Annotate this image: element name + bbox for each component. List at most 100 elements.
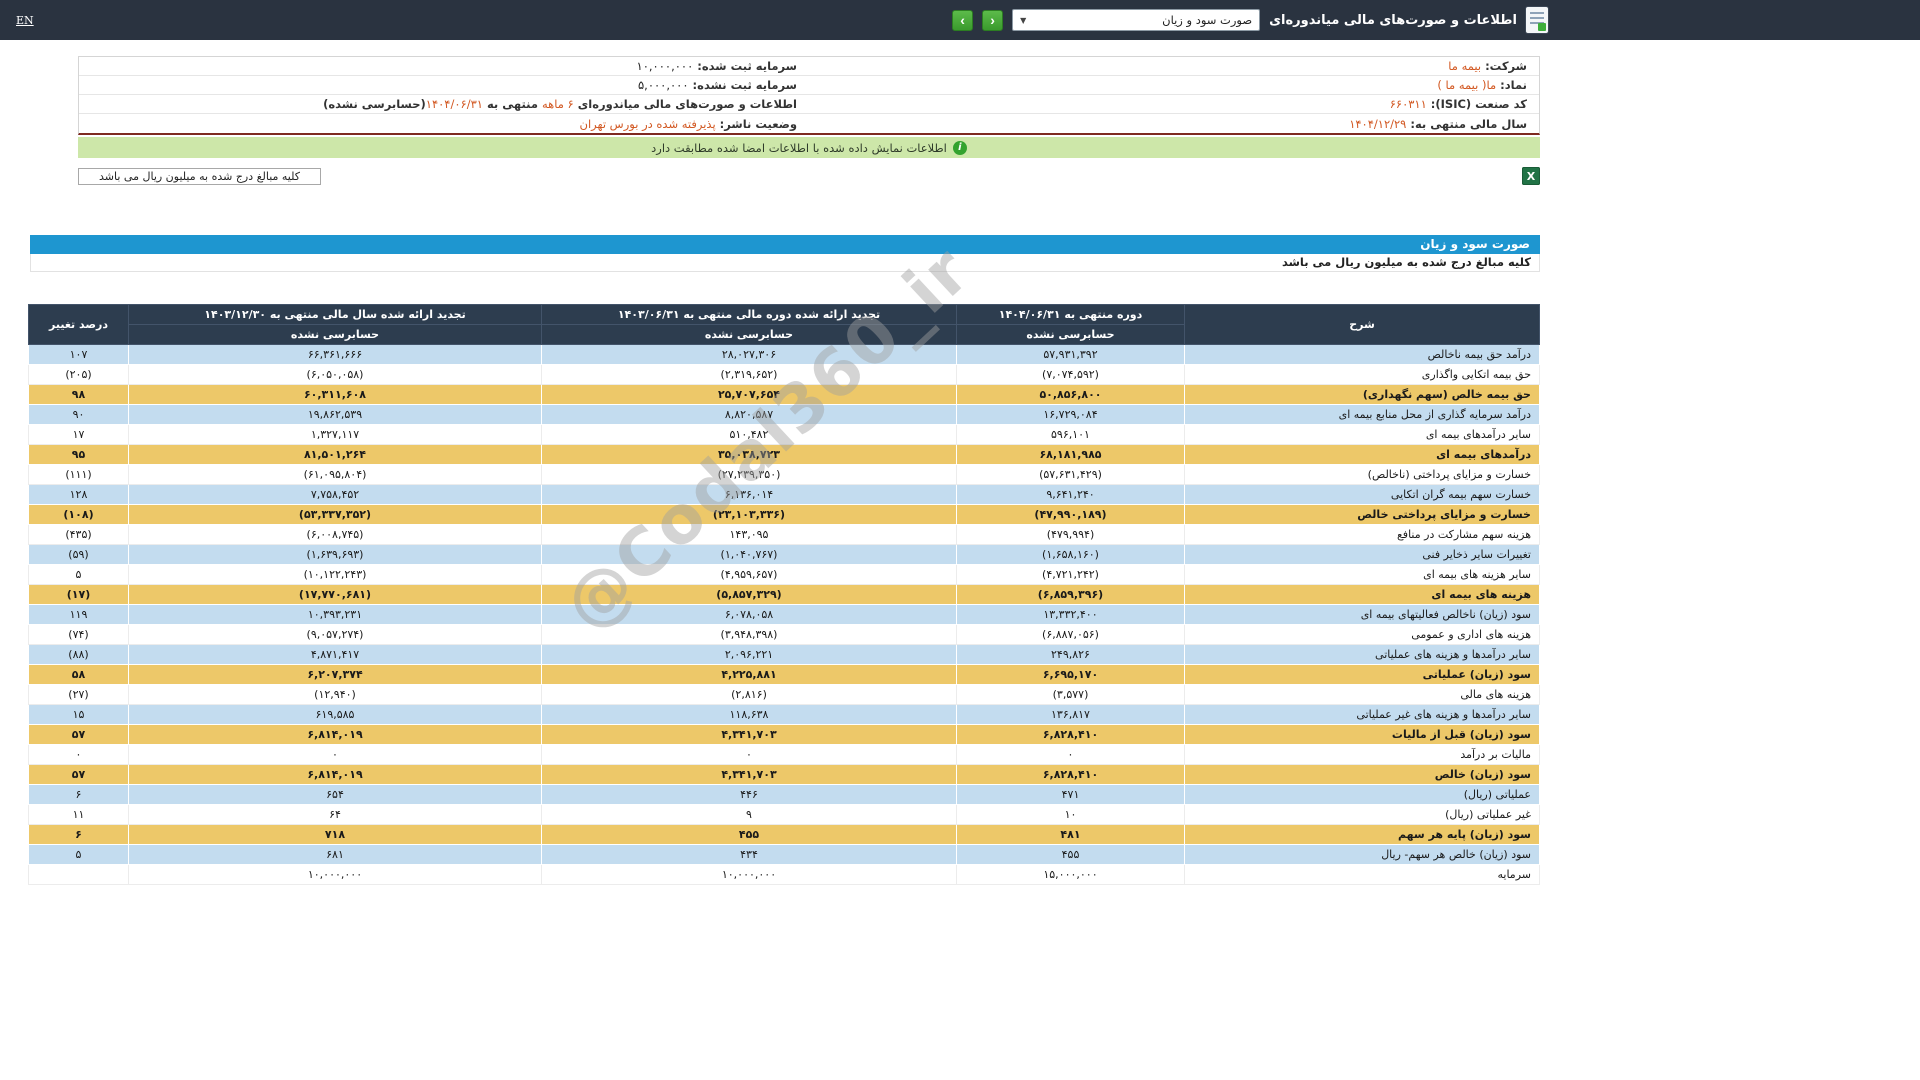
info-text: (حسابرسی نشده): [323, 97, 426, 111]
signature-match-text: اطلاعات نمایش داده شده با اطلاعات امضا ش…: [651, 140, 947, 155]
row-value: ۴,۳۴۱,۷۰۳: [541, 724, 957, 745]
info-text: منتهی به: [482, 97, 542, 111]
row-value: ۵۱۰,۴۸۲: [541, 424, 957, 445]
company-info-table: شرکت: بیمه ما سرمایه ثبت شده: ۱۰,۰۰۰,۰۰۰ ن…: [78, 56, 1540, 135]
info-text: اطلاعات و صورت‌های مالی میاندوره‌ای: [573, 97, 797, 111]
prev-statement-button[interactable]: ›: [952, 9, 974, 31]
row-change: ۱۱: [28, 804, 129, 825]
row-label: سود (زیان) پایه هر سهم: [1184, 824, 1540, 845]
statement-unit-note: کلیه مبالغ درج شده به میلیون ریال می باش…: [30, 254, 1540, 272]
row-change: ۶: [28, 824, 129, 845]
company-info-cell: سرمایه ثبت شده: ۱۰,۰۰۰,۰۰۰: [79, 57, 809, 75]
company-info-cell: سرمایه ثبت نشده: ۵,۰۰۰,۰۰۰: [79, 76, 809, 94]
row-value: ۶,۸۱۴,۰۱۹: [128, 724, 542, 745]
row-value: ۲,۰۹۶,۲۲۱: [541, 644, 957, 665]
page-title: اطلاعات و صورت‌های مالی میاندوره‌ای: [1269, 12, 1517, 28]
company-info-cell: سال مالی منتهی به: ۱۴۰۴/۱۲/۲۹: [809, 115, 1539, 133]
table-row: سود (زیان) ناخالص فعالیتهای بیمه ای ۱۳,۳۳…: [28, 604, 1540, 625]
next-statement-button[interactable]: ‹: [982, 9, 1004, 31]
statement-title-bar: صورت سود و زیان: [30, 235, 1540, 254]
row-label: خسارت و مزایای پرداختی (ناخالص): [1184, 464, 1540, 485]
row-value: (۴,۹۵۹,۶۵۷): [541, 564, 957, 585]
info-text: سرمایه ثبت نشده:: [688, 78, 797, 92]
row-label: حق بیمه خالص (سهم نگهداری): [1184, 384, 1540, 405]
row-value: ۴۵۵: [541, 824, 957, 845]
row-label: هزینه های بیمه ای: [1184, 584, 1540, 605]
row-change: ۱۲۸: [28, 484, 129, 505]
row-value: (۷,۰۷۴,۵۹۲): [956, 364, 1185, 385]
table-row: هزینه سهم مشارکت در منافع (۴۷۹,۹۹۴) ۱۴۳,۰۹…: [28, 524, 1540, 545]
table-row: هزینه های بیمه ای (۶,۸۵۹,۳۹۶) (۵,۸۵۷,۳۲۹)(…: [28, 584, 1540, 605]
excel-export-icon[interactable]: X: [1522, 167, 1540, 185]
row-value: (۲۷,۲۳۹,۳۵۰): [541, 464, 957, 485]
table-row: خسارت و مزایای پرداختی (ناخالص) (۵۷,۶۳۱,۴…: [28, 464, 1540, 485]
row-value: ۲۵,۷۰۷,۶۵۴: [541, 384, 957, 405]
row-label: عملیاتی (ریال): [1184, 784, 1540, 805]
row-value: (۲۳,۱۰۳,۳۳۶): [541, 504, 957, 525]
row-change: (۷۴): [28, 624, 129, 645]
row-label: سود (زیان) عملیاتی: [1184, 664, 1540, 685]
row-value: ۱۰,۳۹۳,۲۳۱: [128, 604, 542, 625]
table-row: سود (زیان) خالص ۶,۸۲۸,۴۱۰ ۴,۳۴۱,۷۰۳ ۶,۸۱۴,۰…: [28, 764, 1540, 785]
row-value: (۴۷,۹۹۰,۱۸۹): [956, 504, 1185, 525]
info-text: ۱۴۰۴/۰۶/۳۱: [425, 97, 483, 111]
row-change: ۰: [28, 744, 129, 765]
info-text: سال مالی منتهی به:: [1406, 116, 1527, 131]
signature-match-banner: i اطلاعات نمایش داده شده با اطلاعات امضا…: [78, 137, 1540, 158]
row-value: (۱۰,۱۲۲,۲۴۳): [128, 564, 542, 585]
row-value: ۵۰,۸۵۶,۸۰۰: [956, 384, 1185, 405]
row-value: (۱,۶۵۸,۱۶۰): [956, 544, 1185, 565]
row-value: ۱۱۸,۶۳۸: [541, 704, 957, 725]
row-value: ۸,۸۲۰,۵۸۷: [541, 404, 957, 425]
table-row: تغییرات سایر ذخایر فنی (۱,۶۵۸,۱۶۰) (۱,۰۴۰,…: [28, 544, 1540, 565]
top-navbar: اطلاعات و صورت‌های مالی میاندوره‌ای صورت…: [0, 0, 1920, 40]
company-info-row: کد صنعت (ISIC): ۶۶۰۳۱۱ اطلاعات و صورت‌های…: [79, 95, 1539, 114]
language-link[interactable]: EN: [16, 14, 34, 27]
row-value: ۶۶,۳۶۱,۶۶۶: [128, 344, 542, 365]
row-value: (۶,۰۵۰,۰۵۸): [128, 364, 542, 385]
row-value: ۲۸,۰۲۷,۳۰۶: [541, 344, 957, 365]
row-value: ۱۰,۰۰۰,۰۰۰: [128, 864, 542, 885]
statement-select[interactable]: صورت سود و زیان ▼: [1012, 9, 1261, 31]
chevron-down-icon: ▼: [1020, 15, 1027, 25]
row-value: (۴۷۹,۹۹۴): [956, 524, 1185, 545]
table-row: سرمایه ۱۵,۰۰۰,۰۰۰ ۱۰,۰۰۰,۰۰۰ ۱۰,۰۰۰,۰۰۰: [28, 864, 1540, 885]
info-text: پذیرفته شده در بورس تهران: [579, 116, 716, 131]
row-value: (۴,۷۲۱,۲۴۲): [956, 564, 1185, 585]
row-value: ۴,۸۷۱,۴۱۷: [128, 644, 542, 665]
info-text: ما( بیمه ما ): [1437, 78, 1497, 92]
table-row: حق بیمه اتکایی واگذاری (۷,۰۷۴,۵۹۲) (۲,۳۱۹,…: [28, 364, 1540, 385]
row-change: ۹۰: [28, 404, 129, 425]
table-row: سود (زیان) پایه هر سهم ۴۸۱ ۴۵۵ ۷۱۸ ۶: [28, 824, 1540, 845]
row-value: ۱۰: [956, 804, 1185, 825]
row-label: سود (زیان) خالص: [1184, 764, 1540, 785]
row-value: ۴۴۶: [541, 784, 957, 805]
company-info-cell: نماد: ما( بیمه ما ): [809, 76, 1539, 94]
info-icon: i: [952, 140, 967, 155]
info-text: وضعیت ناشر:: [715, 116, 797, 131]
table-row: مالیات بر درآمد ۰ ۰ ۰ ۰: [28, 744, 1540, 765]
row-value: ۱۰,۰۰۰,۰۰۰: [541, 864, 957, 885]
row-value: (۲,۳۱۹,۶۵۲): [541, 364, 957, 385]
company-info-row: نماد: ما( بیمه ما ) سرمایه ثبت نشده: ۵,۰۰…: [79, 76, 1539, 95]
row-change: (۲۰۵): [28, 364, 129, 385]
row-label: سایر هزینه های بیمه ای: [1184, 564, 1540, 585]
row-change: ۵: [28, 564, 129, 585]
row-label: سود (زیان) خالص هر سهم- ریال: [1184, 844, 1540, 865]
row-value: ۸۱,۵۰۱,۲۶۴: [128, 444, 542, 465]
info-text: بیمه ما: [1448, 59, 1482, 73]
row-value: ۶۴: [128, 804, 542, 825]
row-value: (۳,۵۷۷): [956, 684, 1185, 705]
row-value: (۵,۸۵۷,۳۲۹): [541, 584, 957, 605]
info-text: ۱۴۰۴/۱۲/۲۹: [1349, 116, 1407, 131]
row-change: ۱۷: [28, 424, 129, 445]
company-info-cell: شرکت: بیمه ما: [809, 57, 1539, 75]
row-value: (۵۳,۳۳۷,۳۵۲): [128, 504, 542, 525]
row-label: سود (زیان) قبل از مالیات: [1184, 724, 1540, 745]
info-text: ۵,۰۰۰,۰۰۰: [637, 78, 689, 92]
row-value: ۱۵,۰۰۰,۰۰۰: [956, 864, 1185, 885]
column-header: حسابرسی نشده: [128, 324, 542, 345]
row-value: ۰: [956, 744, 1185, 765]
company-info-cell: کد صنعت (ISIC): ۶۶۰۳۱۱: [809, 95, 1539, 113]
row-value: ۷۱۸: [128, 824, 542, 845]
